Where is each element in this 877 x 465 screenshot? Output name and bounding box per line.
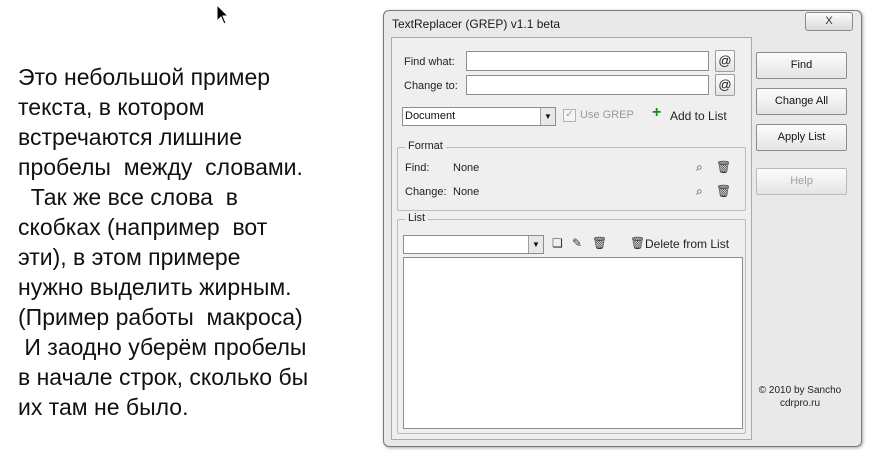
find-format-clear-icon[interactable]: 🗑: [716, 160, 731, 174]
new-list-icon[interactable]: ❏: [552, 236, 563, 250]
scope-select[interactable]: Document ▼: [402, 107, 556, 126]
delete-from-list-icon[interactable]: 🗑: [630, 236, 645, 250]
change-input[interactable]: [466, 75, 709, 95]
edit-list-icon[interactable]: ✎: [572, 236, 582, 250]
document-line: эти), в этом примере: [18, 244, 241, 270]
document-line: в начале строк, сколько бы: [18, 364, 309, 390]
list-select[interactable]: ▼: [403, 235, 544, 254]
list-group-title: List: [405, 212, 429, 224]
textreplacer-dialog: TextReplacer (GREP) v1.1 beta X Find wha…: [383, 10, 862, 447]
find-special-chars-button[interactable]: @: [715, 50, 735, 72]
change-label: Change to:: [404, 80, 458, 92]
credit-line-1: © 2010 by Sancho: [758, 385, 842, 396]
find-label: Find what:: [404, 56, 455, 68]
main-panel: Find what: @ Change to: @ Document ▼ ✓ U…: [391, 37, 752, 440]
document-line: пробелы между словами.: [18, 154, 303, 180]
add-to-list-button[interactable]: Add to List: [670, 109, 727, 123]
list-items-box[interactable]: [403, 257, 743, 429]
find-input[interactable]: [466, 51, 709, 71]
credit-text: © 2010 by Sancho cdrpro.ru: [750, 384, 850, 410]
format-change-value: None: [453, 186, 480, 198]
change-special-chars-button[interactable]: @: [715, 74, 735, 96]
delete-list-icon[interactable]: 🗑: [592, 236, 607, 250]
chevron-down-icon[interactable]: ▼: [540, 108, 555, 125]
delete-from-list-button[interactable]: Delete from List: [645, 237, 729, 251]
document-line: нужно выделить жирным.: [18, 274, 292, 300]
document-line: их там не было.: [18, 394, 189, 420]
list-group: List ▼ ❏ ✎ 🗑 🗑 Delete from List: [397, 212, 746, 434]
close-button[interactable]: X: [805, 12, 853, 31]
format-find-label: Find:: [405, 162, 430, 174]
window-title: TextReplacer (GREP) v1.1 beta: [392, 17, 561, 31]
find-button[interactable]: Find: [756, 52, 847, 79]
scope-select-value: Document: [405, 110, 456, 122]
document-line: встречаются лишние: [18, 124, 243, 150]
apply-list-button[interactable]: Apply List: [756, 124, 847, 151]
format-group-title: Format: [405, 140, 446, 152]
mouse-pointer-icon: [216, 4, 230, 25]
format-find-value: None: [453, 162, 480, 174]
use-grep-checkbox[interactable]: ✓: [563, 109, 576, 122]
change-format-edit-icon[interactable]: ⌕: [696, 184, 703, 199]
chevron-down-icon[interactable]: ▼: [528, 236, 543, 253]
document-line: скобках (например вот: [18, 214, 268, 240]
use-grep-label: Use GREP: [580, 109, 634, 121]
find-format-edit-icon[interactable]: ⌕: [696, 160, 703, 175]
document-line: Так же все слова в: [18, 184, 238, 210]
document-line: И заодно уберём пробелы: [18, 334, 307, 360]
change-format-clear-icon[interactable]: 🗑: [716, 184, 731, 198]
format-group: Format Find: None ⌕ 🗑 Change: None ⌕ 🗑: [397, 140, 746, 211]
document-line: (Пример работы макроса): [18, 304, 303, 330]
change-all-button[interactable]: Change All: [756, 88, 847, 115]
help-button[interactable]: Help: [756, 168, 847, 195]
add-icon[interactable]: +: [652, 104, 661, 122]
format-change-label: Change:: [405, 186, 447, 198]
document-line: Это небольшой пример: [18, 64, 271, 90]
document-line: текста, в котором: [18, 94, 205, 120]
document-text: Это небольшой пример текста, в котором вст…: [18, 62, 368, 422]
credit-line-2: cdrpro.ru: [779, 398, 820, 409]
